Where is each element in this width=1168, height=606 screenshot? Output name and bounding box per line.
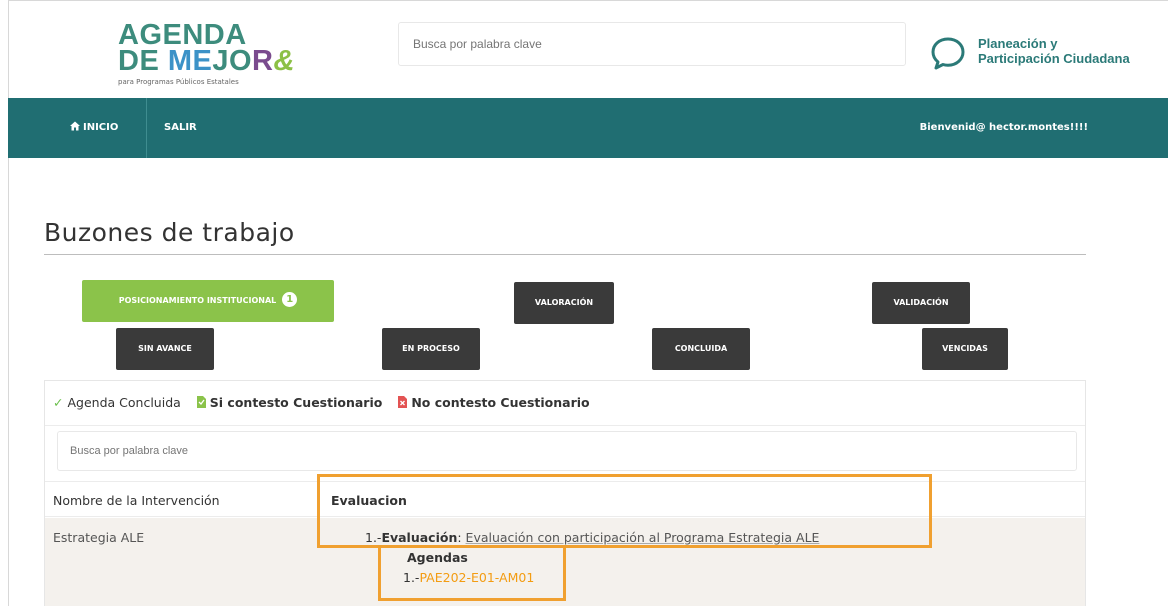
check-icon: ✓ — [53, 395, 64, 410]
en-proceso-button[interactable]: EN PROCESO — [382, 328, 480, 370]
nav-divider — [146, 98, 147, 158]
filter-search-input[interactable] — [57, 431, 1077, 471]
red-document-icon — [398, 396, 408, 408]
nav-inicio[interactable]: INICIO — [70, 98, 118, 158]
agenda-link[interactable]: PAE202-E01-AM01 — [419, 570, 534, 585]
chat-bubble-icon — [931, 37, 965, 70]
validacion-button[interactable]: VALIDACIÓN — [872, 282, 970, 324]
green-document-icon — [196, 396, 206, 408]
concluida-button[interactable]: CONCLUIDA — [652, 328, 750, 370]
column-header-evaluacion: Evaluacion — [331, 493, 407, 508]
logo-tagline: para Programas Públicos Estatales — [118, 78, 239, 86]
valoracion-button[interactable]: VALORACIÓN — [514, 282, 614, 324]
legend-divider — [45, 425, 1085, 426]
table-header: Nombre de la Intervención Evaluacion — [45, 481, 1085, 517]
planeacion-brand[interactable]: Planeación y Participación Ciudadana — [930, 26, 1160, 72]
results-panel: ✓ Agenda Concluida Si contesto Cuestionar… — [44, 380, 1086, 606]
posicionamiento-institucional-button[interactable]: POSICIONAMIENTO INSTITUCIONAL 1 — [82, 280, 334, 322]
table-row: Estrategia ALE 1.-Evaluación: Evaluación… — [45, 518, 1085, 606]
nav-salir[interactable]: SALIR — [164, 98, 197, 158]
agenda-de-mejora-logo[interactable]: AGENDA DE MEJOR& para Programas Públicos… — [118, 21, 298, 92]
evaluation-item[interactable]: 1.-Evaluación: Evaluación con participac… — [365, 530, 819, 545]
sin-avance-button[interactable]: SIN AVANCE — [116, 328, 214, 370]
header-search-input[interactable] — [398, 22, 906, 66]
home-icon — [70, 121, 80, 131]
vencidas-button[interactable]: VENCIDAS — [922, 328, 1008, 370]
count-badge: 1 — [282, 292, 298, 307]
evaluation-link[interactable]: Evaluación con participación al Programa… — [466, 530, 820, 545]
title-divider — [44, 254, 1086, 255]
intervention-name: Estrategia ALE — [53, 530, 145, 545]
top-navbar: INICIO SALIR Bienvenid@ hector.montes!!!… — [8, 98, 1168, 158]
column-header-intervencion: Nombre de la Intervención — [53, 493, 220, 508]
brand-text: Planeación y Participación Ciudadana — [978, 36, 1130, 66]
agendas-label: Agendas — [407, 550, 468, 565]
welcome-message: Bienvenid@ hector.montes!!!! — [919, 122, 1088, 133]
page-title: Buzones de trabajo — [44, 218, 295, 247]
logo-line2: DE MEJOR& — [118, 45, 295, 77]
status-legend: ✓ Agenda Concluida Si contesto Cuestionar… — [53, 395, 590, 410]
agenda-item: 1.-PAE202-E01-AM01 — [403, 570, 535, 585]
